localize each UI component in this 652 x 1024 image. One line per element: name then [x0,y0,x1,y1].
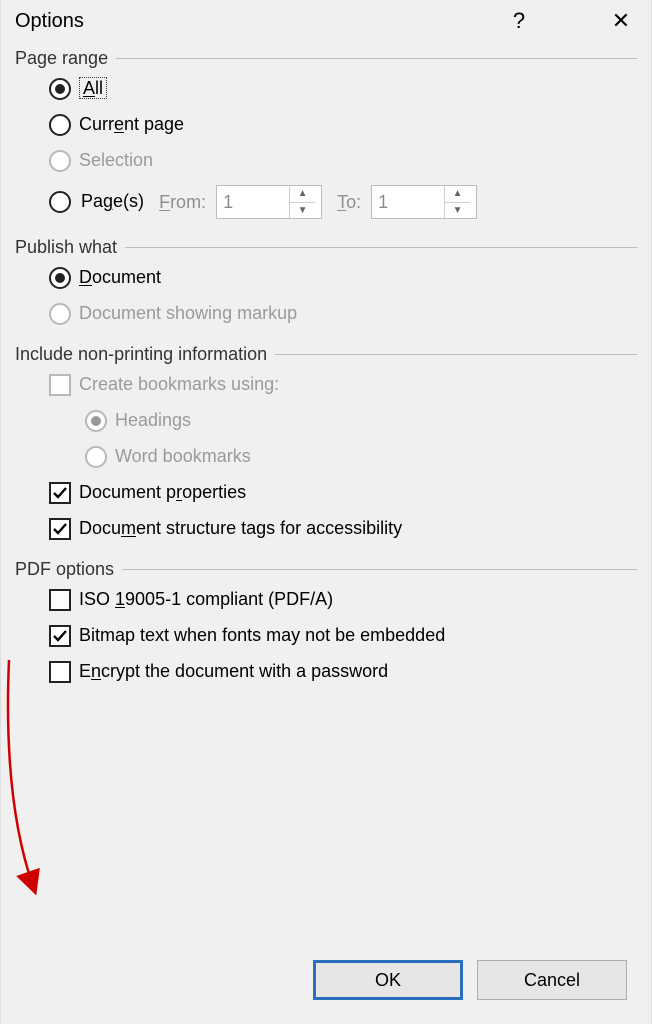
radio-markup-row: Document showing markup [1,296,651,332]
radio-headings-label: Headings [115,410,191,432]
cancel-button[interactable]: Cancel [477,960,627,1000]
to-spin-down[interactable]: ▼ [445,203,470,219]
from-spinbox[interactable]: ▲ ▼ [216,185,322,219]
radio-selection-label: Selection [79,150,153,172]
from-label: From: [154,192,206,213]
radio-headings [85,410,107,432]
radio-all-row[interactable]: All [1,71,651,107]
group-pdf-options: PDF options [1,555,651,582]
radio-current-label: Current page [79,114,184,136]
dialog-button-row: OK Cancel [313,960,627,1000]
checkbox-doc-structure[interactable] [49,518,71,540]
checkbox-doc-structure-row[interactable]: Document structure tags for accessibilit… [1,511,651,547]
radio-word-bookmarks-row: Word bookmarks [1,439,651,475]
group-label-text: PDF options [15,559,114,580]
radio-document-markup [49,303,71,325]
group-label-text: Page range [15,48,108,69]
radio-document[interactable] [49,267,71,289]
checkbox-iso-row[interactable]: ISO 19005-1 compliant (PDF/A) [1,582,651,618]
title-bar: Options ? ✕ [1,0,651,44]
radio-markup-label: Document showing markup [79,303,297,325]
checkbox-doc-properties-label: Document properties [79,482,246,504]
group-include-nonprinting: Include non-printing information [1,340,651,367]
checkbox-encrypt-row[interactable]: Encrypt the document with a password [1,654,651,690]
to-label: To: [332,192,361,213]
radio-selection-row: Selection [1,143,651,179]
radio-word-bookmarks-label: Word bookmarks [115,446,251,468]
group-page-range: Page range [1,44,651,71]
dialog-title: Options [15,10,84,33]
radio-word-bookmarks [85,446,107,468]
checkbox-doc-properties[interactable] [49,482,71,504]
annotation-arrow-icon [1,660,41,900]
group-label-text: Publish what [15,237,117,258]
checkbox-doc-properties-row[interactable]: Document properties [1,475,651,511]
to-input[interactable] [372,186,444,218]
help-icon[interactable]: ? [503,8,535,34]
from-spin-up[interactable]: ▲ [290,186,315,203]
ok-button[interactable]: OK [313,960,463,1000]
checkbox-encrypt-label: Encrypt the document with a password [79,661,388,683]
to-spinbox[interactable]: ▲ ▼ [371,185,477,219]
radio-pages[interactable] [49,191,71,213]
radio-all-label: All [79,77,107,99]
radio-pages-row[interactable]: Page(s) From: ▲ ▼ To: ▲ ▼ [1,179,651,225]
radio-document-row[interactable]: Document [1,260,651,296]
radio-pages-label: Page(s) [81,191,144,213]
to-spin-up[interactable]: ▲ [445,186,470,203]
close-icon[interactable]: ✕ [605,8,637,34]
radio-current-row[interactable]: Current page [1,107,651,143]
checkbox-bookmarks-row: Create bookmarks using: [1,367,651,403]
radio-current-page[interactable] [49,114,71,136]
radio-document-label: Document [79,267,161,289]
group-label-text: Include non-printing information [15,344,267,365]
group-publish-what: Publish what [1,233,651,260]
checkbox-bitmap-row[interactable]: Bitmap text when fonts may not be embedd… [1,618,651,654]
checkbox-encrypt-password[interactable] [49,661,71,683]
radio-selection [49,150,71,172]
radio-all[interactable] [49,78,71,100]
checkbox-bitmap-text[interactable] [49,625,71,647]
from-input[interactable] [217,186,289,218]
checkbox-doc-structure-label: Document structure tags for accessibilit… [79,518,402,540]
radio-headings-row: Headings [1,403,651,439]
checkbox-iso-compliant[interactable] [49,589,71,611]
checkbox-iso-label: ISO 19005-1 compliant (PDF/A) [79,589,333,611]
checkbox-bitmap-label: Bitmap text when fonts may not be embedd… [79,625,445,647]
checkbox-create-bookmarks [49,374,71,396]
checkbox-bookmarks-label: Create bookmarks using: [79,374,279,396]
from-spin-down[interactable]: ▼ [290,203,315,219]
